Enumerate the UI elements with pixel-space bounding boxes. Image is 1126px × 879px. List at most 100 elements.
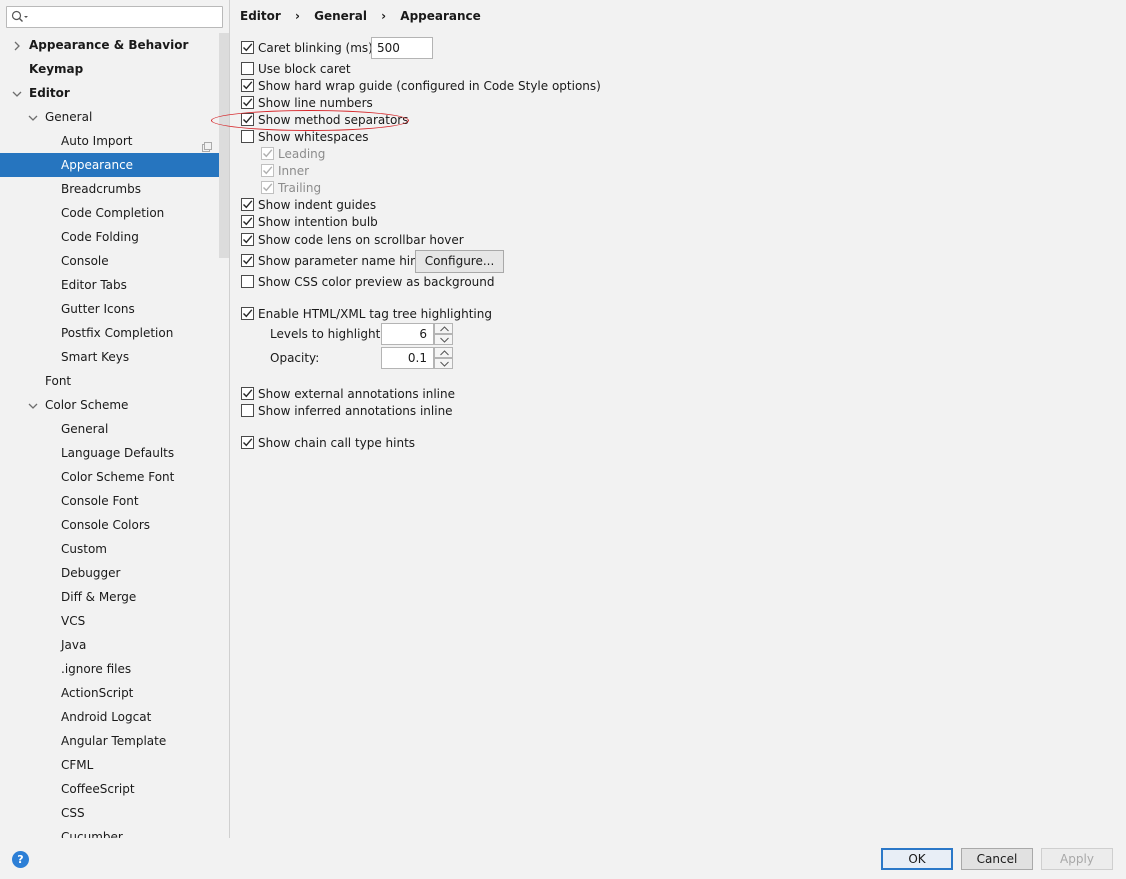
sidebar-item-breadcrumbs[interactable]: Breadcrumbs bbox=[0, 177, 229, 201]
sidebar-item-language-defaults[interactable]: Language Defaults bbox=[0, 441, 229, 465]
sidebar-item-color-scheme[interactable]: Color Scheme bbox=[0, 393, 229, 417]
checkbox-box[interactable] bbox=[241, 307, 254, 320]
sidebar-item-auto-import[interactable]: Auto Import bbox=[0, 129, 229, 153]
sidebar-item-vcs[interactable]: VCS bbox=[0, 609, 229, 633]
cancel-button[interactable]: Cancel bbox=[961, 848, 1033, 870]
sidebar-item-cucumber[interactable]: Cucumber bbox=[0, 825, 229, 838]
sidebar-item-label: CoffeeScript bbox=[61, 782, 135, 796]
checkbox-label: Show indent guides bbox=[258, 198, 377, 212]
breadcrumb-editor[interactable]: Editor bbox=[240, 9, 281, 23]
tag-tree-highlighting-checkbox[interactable]: Enable HTML/XML tag tree highlighting bbox=[241, 306, 492, 323]
indent-guides-checkbox[interactable]: Show indent guides bbox=[241, 197, 376, 214]
checkbox-box[interactable] bbox=[261, 164, 274, 177]
levels-down-button[interactable] bbox=[434, 334, 453, 345]
css-preview-checkbox[interactable]: Show CSS color preview as background bbox=[241, 274, 495, 291]
checkbox-box[interactable] bbox=[241, 198, 254, 211]
block-caret-checkbox[interactable]: Use block caret bbox=[241, 61, 351, 78]
levels-spinner[interactable]: 6 bbox=[381, 323, 453, 345]
leading-checkbox[interactable]: Leading bbox=[261, 146, 325, 163]
help-icon[interactable]: ? bbox=[12, 851, 29, 868]
checkbox-box[interactable] bbox=[241, 62, 254, 75]
sidebar-item-code-folding[interactable]: Code Folding bbox=[0, 225, 229, 249]
checkbox-box[interactable] bbox=[241, 233, 254, 246]
apply-button[interactable]: Apply bbox=[1041, 848, 1113, 870]
whitespaces-checkbox[interactable]: Show whitespaces bbox=[241, 129, 369, 146]
levels-input[interactable]: 6 bbox=[381, 323, 434, 345]
sidebar-item-cfml[interactable]: CFML bbox=[0, 753, 229, 777]
configure-button[interactable]: Configure... bbox=[415, 250, 504, 273]
sidebar-item-actionscript[interactable]: ActionScript bbox=[0, 681, 229, 705]
search-box[interactable] bbox=[6, 6, 223, 28]
chain-call-hints-checkbox[interactable]: Show chain call type hints bbox=[241, 435, 415, 452]
sidebar-item-color-scheme-font[interactable]: Color Scheme Font bbox=[0, 465, 229, 489]
checkbox-box[interactable] bbox=[241, 96, 254, 109]
sidebar-item-ignore-files[interactable]: .ignore files bbox=[0, 657, 229, 681]
checkbox-box[interactable] bbox=[241, 215, 254, 228]
sidebar-item-label: Auto Import bbox=[61, 134, 133, 148]
checkbox-label: Show chain call type hints bbox=[258, 436, 416, 450]
hard-wrap-guide-checkbox[interactable]: Show hard wrap guide (configured in Code… bbox=[241, 78, 601, 95]
sidebar-item-appearance[interactable]: Appearance bbox=[0, 153, 229, 177]
ok-button[interactable]: OK bbox=[881, 848, 953, 870]
opacity-down-button[interactable] bbox=[434, 358, 453, 369]
checkbox-box[interactable] bbox=[241, 79, 254, 92]
sidebar-item-label: Diff & Merge bbox=[61, 590, 137, 604]
sidebar-item-css[interactable]: CSS bbox=[0, 801, 229, 825]
checkbox-box[interactable] bbox=[261, 181, 274, 194]
search-input[interactable] bbox=[31, 8, 219, 26]
sidebar-item-diff-merge[interactable]: Diff & Merge bbox=[0, 585, 229, 609]
caret-blinking-input[interactable]: 500 bbox=[371, 37, 433, 59]
intention-bulb-checkbox[interactable]: Show intention bulb bbox=[241, 214, 378, 231]
sidebar-item-smart-keys[interactable]: Smart Keys bbox=[0, 345, 229, 369]
sidebar-item-editor[interactable]: Editor bbox=[0, 81, 229, 105]
sidebar-item-code-completion[interactable]: Code Completion bbox=[0, 201, 229, 225]
sidebar-item-console-font[interactable]: Console Font bbox=[0, 489, 229, 513]
checkbox-box[interactable] bbox=[241, 275, 254, 288]
breadcrumb-separator: › bbox=[295, 9, 300, 23]
opacity-input[interactable]: 0.1 bbox=[381, 347, 434, 369]
sidebar-item-font[interactable]: Font bbox=[0, 369, 229, 393]
sidebar-item-postfix-completion[interactable]: Postfix Completion bbox=[0, 321, 229, 345]
chevron-down-icon[interactable] bbox=[27, 393, 39, 417]
sidebar-item-android-logcat[interactable]: Android Logcat bbox=[0, 705, 229, 729]
sidebar-item-coffeescript[interactable]: CoffeeScript bbox=[0, 777, 229, 801]
sidebar-item-label: CSS bbox=[61, 806, 85, 820]
caret-blinking-checkbox[interactable]: Caret blinking (ms): bbox=[241, 40, 377, 57]
sidebar-item-label: Debugger bbox=[61, 566, 121, 580]
sidebar-item-java[interactable]: Java bbox=[0, 633, 229, 657]
inner-checkbox[interactable]: Inner bbox=[261, 163, 309, 180]
external-annotations-checkbox[interactable]: Show external annotations inline bbox=[241, 386, 455, 403]
inferred-annotations-checkbox[interactable]: Show inferred annotations inline bbox=[241, 403, 453, 420]
sidebar-item-console-colors[interactable]: Console Colors bbox=[0, 513, 229, 537]
checkbox-box[interactable] bbox=[241, 130, 254, 143]
parameter-hints-checkbox[interactable]: Show parameter name hints bbox=[241, 253, 429, 270]
sidebar-item-debugger[interactable]: Debugger bbox=[0, 561, 229, 585]
checkbox-box[interactable] bbox=[241, 436, 254, 449]
sidebar-item-general[interactable]: General bbox=[0, 105, 229, 129]
opacity-up-button[interactable] bbox=[434, 347, 453, 358]
chevron-down-icon[interactable] bbox=[27, 105, 39, 129]
sidebar-item-keymap[interactable]: Keymap bbox=[0, 57, 229, 81]
chevron-down-icon[interactable] bbox=[11, 81, 23, 105]
sidebar-item-general[interactable]: General bbox=[0, 417, 229, 441]
levels-up-button[interactable] bbox=[434, 323, 453, 334]
sidebar-item-label: Console bbox=[61, 254, 109, 268]
sidebar-item-angular-template[interactable]: Angular Template bbox=[0, 729, 229, 753]
trailing-checkbox[interactable]: Trailing bbox=[261, 180, 321, 197]
checkbox-box[interactable] bbox=[261, 147, 274, 160]
opacity-spinner[interactable]: 0.1 bbox=[381, 347, 453, 369]
sidebar-item-custom[interactable]: Custom bbox=[0, 537, 229, 561]
sidebar-item-console[interactable]: Console bbox=[0, 249, 229, 273]
checkbox-label: Show code lens on scrollbar hover bbox=[258, 233, 464, 247]
checkbox-box[interactable] bbox=[241, 387, 254, 400]
checkbox-box[interactable] bbox=[241, 254, 254, 267]
sidebar-item-appearance-behavior[interactable]: Appearance & Behavior bbox=[0, 33, 229, 57]
sidebar-scrollbar[interactable] bbox=[219, 33, 229, 258]
sidebar-item-gutter-icons[interactable]: Gutter Icons bbox=[0, 297, 229, 321]
checkbox-box[interactable] bbox=[241, 404, 254, 417]
checkbox-box[interactable] bbox=[241, 41, 254, 54]
breadcrumb-general[interactable]: General bbox=[314, 9, 367, 23]
code-lens-checkbox[interactable]: Show code lens on scrollbar hover bbox=[241, 232, 464, 249]
sidebar-item-editor-tabs[interactable]: Editor Tabs bbox=[0, 273, 229, 297]
chevron-right-icon[interactable] bbox=[11, 33, 23, 57]
